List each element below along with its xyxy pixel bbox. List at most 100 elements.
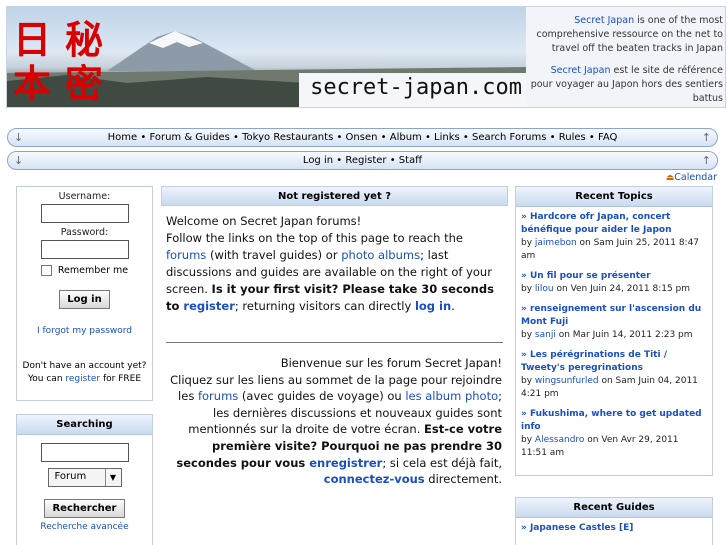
topic-title-link[interactable]: » Hardcore ofr Japan, concert bénéfique … — [521, 211, 707, 237]
login-link-fr[interactable]: connectez-vous — [324, 472, 425, 486]
forums-link-fr[interactable]: forums — [198, 389, 238, 403]
chevron-down-icon: ▼ — [104, 469, 121, 486]
search-panel: Searching Forum ▼ Rechercher Recherche a… — [16, 414, 153, 545]
banner-description: Secret Japan is one of the most comprehe… — [528, 7, 725, 107]
welcome-panel-title: Not registered yet ? — [161, 186, 508, 206]
no-account-text: Don't have an account yet? You can regis… — [22, 361, 147, 384]
register-link[interactable]: register — [183, 299, 234, 313]
topic-meta: by lilou on Ven Juin 24, 2011 8:15 pm — [521, 284, 691, 294]
register-link[interactable]: register — [65, 374, 100, 384]
password-input[interactable] — [40, 240, 129, 259]
topic-meta: by Alessandro on Ven Avr 29, 2011 11:51 … — [521, 435, 679, 458]
advanced-search-link[interactable]: Recherche avancée — [17, 522, 152, 532]
login-link[interactable]: log in — [415, 299, 451, 313]
username-label: Username: — [58, 191, 111, 202]
site-domain: secret-japan.com — [299, 73, 526, 107]
recent-topic-item: » Fukushima, where to get updated info by… — [516, 404, 712, 463]
recent-topics-title: Recent Topics — [516, 187, 712, 207]
nav-separator: • — [377, 132, 390, 143]
recent-topic-item: » Les pérégrinations de Titi / Tweety's … — [516, 345, 712, 404]
recent-topic-item: » renseignement sur l'ascension du Mont … — [516, 299, 712, 345]
topic-date: Mar Juin 14, 2011 2:23 pm — [572, 330, 693, 340]
arrow-down-icon[interactable]: ↓ — [14, 129, 23, 146]
topic-author-link[interactable]: Alessandro — [535, 435, 585, 445]
nav-item-staff[interactable]: Staff — [399, 155, 422, 166]
nav-separator: • — [459, 132, 473, 143]
arrow-up-icon[interactable]: ↑ — [702, 152, 711, 169]
calendar-icon: ⏏ — [665, 173, 675, 183]
nav-separator: • — [421, 132, 435, 143]
topic-meta: by wingsunfurled on Sam Juin 04, 2011 4:… — [521, 376, 698, 399]
recent-guides-title: Recent Guides — [516, 498, 712, 518]
topic-author-link[interactable]: wingsunfurled — [535, 376, 599, 386]
register-link-fr[interactable]: enregistrer — [309, 456, 382, 470]
recent-topic-item: » Hardcore ofr Japan, concert bénéfique … — [516, 207, 712, 266]
welcome-panel: Not registered yet ? Welcome on Secret J… — [161, 186, 508, 516]
calendar-link[interactable]: ⏏Calendar — [666, 172, 717, 183]
remember-me-row: Remember me — [17, 265, 152, 276]
recent-guide-item: » Japanese Castles [E] — [516, 518, 712, 538]
topic-title-link[interactable]: » Fukushima, where to get updated info — [521, 408, 707, 434]
nav-item-forum-guides[interactable]: Forum & Guides — [149, 132, 229, 143]
search-button[interactable]: Rechercher — [44, 499, 125, 518]
login-button[interactable]: Log in — [59, 290, 110, 309]
recent-guides-panel: Recent Guides » Japanese Castles [E] — [515, 497, 713, 545]
nav-item-home[interactable]: Home — [108, 132, 138, 143]
password-label: Password: — [60, 227, 109, 238]
recent-guides-list: » Japanese Castles [E] — [516, 518, 712, 538]
login-panel: Username: Password: Remember me Log in I… — [16, 186, 153, 401]
search-panel-title: Searching — [17, 415, 152, 435]
remember-me-checkbox[interactable] — [40, 265, 52, 276]
nav-separator: • — [137, 132, 150, 143]
nav-item-album[interactable]: Album — [390, 132, 422, 143]
nav-item-log-in[interactable]: Log in — [303, 155, 333, 166]
username-input[interactable] — [40, 204, 129, 223]
forum-select[interactable]: Forum ▼ — [47, 468, 122, 487]
arrow-down-icon[interactable]: ↓ — [14, 152, 23, 169]
nav-separator: • — [546, 132, 559, 143]
banner-image: 日 秘 本 密 secret-japan.com — [7, 7, 526, 107]
nav-separator: • — [333, 132, 346, 143]
arrow-up-icon[interactable]: ↑ — [702, 129, 711, 146]
guide-title-link[interactable]: » Japanese Castles [E] — [521, 522, 707, 535]
nav-item-search-forums[interactable]: Search Forums — [472, 132, 546, 143]
topic-meta: by sanji on Mar Juin 14, 2011 2:23 pm — [521, 330, 693, 340]
recent-topics-list: » Hardcore ofr Japan, concert bénéfique … — [516, 207, 712, 463]
topic-author-link[interactable]: lilou — [535, 284, 554, 294]
topic-author-link[interactable]: jaimebon — [535, 238, 577, 248]
photo-albums-link[interactable]: photo albums — [341, 248, 420, 262]
nav-item-rules[interactable]: Rules — [559, 132, 586, 143]
banner-desc-en: Secret Japan is one of the most comprehe… — [536, 15, 724, 54]
kanji-hon: 本 — [13, 61, 52, 106]
welcome-text-en: Welcome on Secret Japan forums! Follow t… — [166, 214, 494, 313]
nav-separator: • — [386, 155, 399, 166]
topic-title-link[interactable]: » renseignement sur l'ascension du Mont … — [521, 303, 707, 329]
recent-topics-panel: Recent Topics » Hardcore ofr Japan, conc… — [515, 186, 713, 476]
topic-title-link[interactable]: » Un fil pour se présenter — [521, 270, 707, 283]
topic-date: Ven Juin 24, 2011 8:15 pm — [570, 284, 691, 294]
nav-separator: • — [585, 132, 598, 143]
main-nav-items: Home • Forum & Guides • Tokyo Restaurant… — [108, 132, 618, 143]
topic-title-link[interactable]: » Les pérégrinations de Titi / Tweety's … — [521, 349, 707, 375]
nav-item-onsen[interactable]: Onsen — [346, 132, 378, 143]
nav-item-tokyo-restaurants[interactable]: Tokyo Restaurants — [242, 132, 333, 143]
main-nav: ↓ Home • Forum & Guides • Tokyo Restaura… — [7, 128, 718, 147]
forgot-password-link[interactable]: I forgot my password — [17, 326, 152, 336]
secret-japan-link-fr[interactable]: Secret Japan — [551, 65, 611, 76]
kanji-hi: 秘 — [65, 17, 104, 62]
photo-albums-link-fr[interactable]: les album photo — [405, 389, 498, 403]
nav-item-register[interactable]: Register — [345, 155, 386, 166]
nav-item-faq[interactable]: FAQ — [598, 132, 617, 143]
banner-desc-fr: Secret Japan est le site de référence po… — [530, 65, 723, 104]
user-nav-items: Log in • Register • Staff — [303, 155, 422, 166]
topic-author-link[interactable]: sanji — [535, 330, 556, 340]
secret-japan-link-en[interactable]: Secret Japan — [574, 15, 634, 26]
kanji-nichi: 日 — [13, 17, 52, 62]
search-input[interactable] — [40, 443, 129, 462]
forums-link[interactable]: forums — [166, 248, 206, 262]
nav-item-links[interactable]: Links — [434, 132, 460, 143]
nav-separator: • — [333, 155, 346, 166]
welcome-text-fr: Bienvenue sur les forum Secret Japan! Cl… — [170, 356, 502, 487]
kanji-mitsu: 密 — [65, 61, 104, 106]
site-banner: 日 秘 本 密 secret-japan.com Secret Japan is… — [6, 6, 726, 108]
